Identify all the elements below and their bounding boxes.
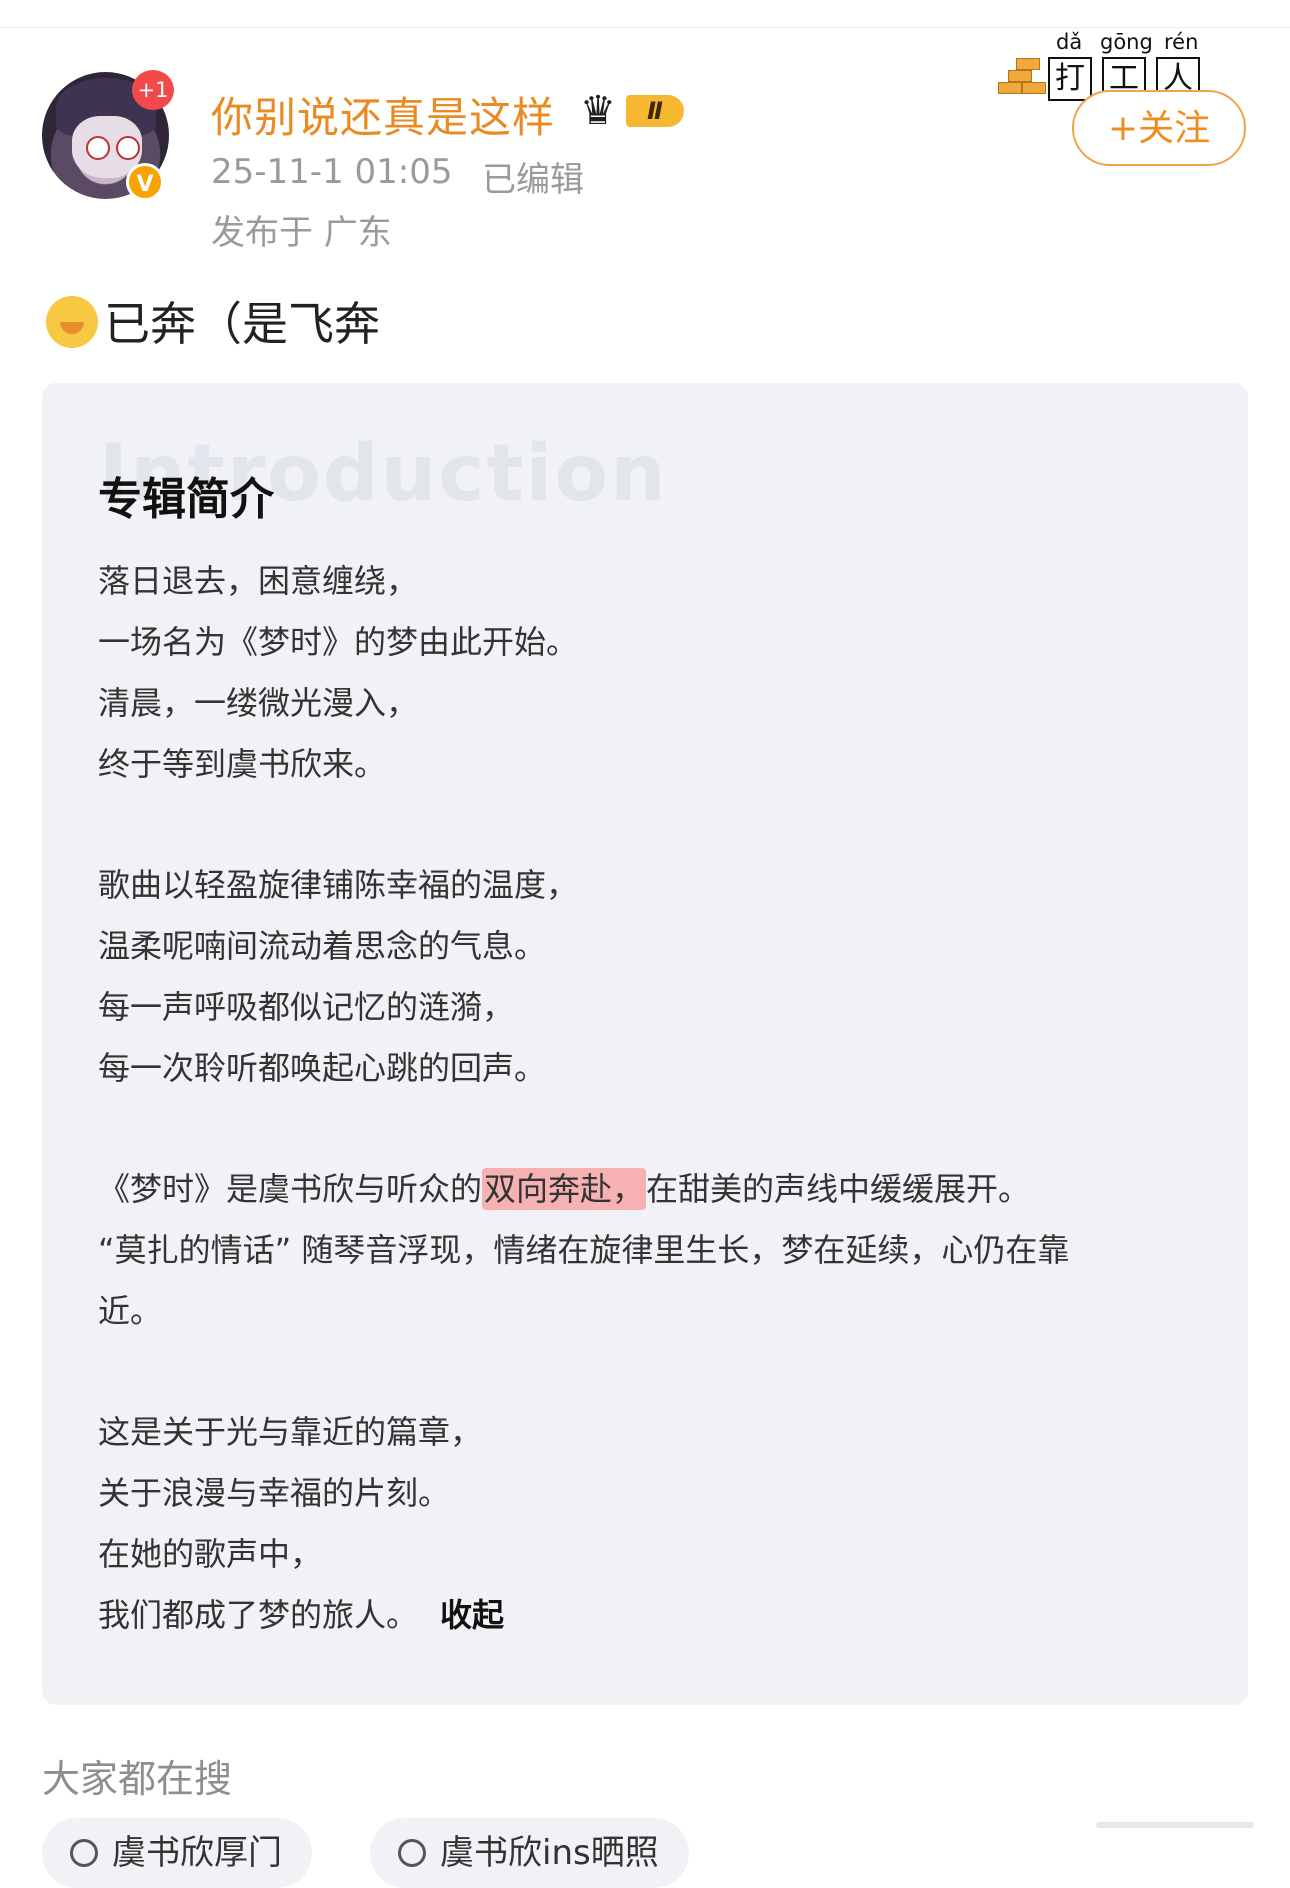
crying-face-icon [46, 296, 98, 348]
verified-badge-icon: V [126, 163, 164, 201]
intro-line-highlighted: 《梦时》是虞书欣与听众的双向奔赴，在甜美的声线中缓缓展开。 [98, 1159, 1218, 1220]
vip-badge[interactable]: ♛ Ⅱ [580, 90, 695, 132]
intro-line: 在她的歌声中， [98, 1535, 323, 1573]
intro-line: 落日退去，困意缠绕， [98, 562, 419, 600]
hot-search-chip[interactable]: 虞书欣厚门 [42, 1818, 312, 1888]
avatar-plus-badge: +1 [132, 70, 174, 110]
follow-button[interactable]: +关注 [1072, 90, 1246, 166]
intro-line: 每一声呼吸都似记忆的涟漪， [98, 988, 515, 1026]
intro-line: 歌曲以轻盈旋律铺陈幸福的温度， [98, 866, 579, 904]
crown-icon: ♛ [580, 88, 616, 134]
intro-line: 关于浪漫与幸福的片刻。 [98, 1474, 451, 1512]
hot-search-chip[interactable]: 虞书欣ins晒照 [370, 1818, 689, 1888]
post-location: 发布于 广东 [211, 213, 392, 253]
chip-label: 虞书欣厚门 [112, 1833, 282, 1873]
card-title: 专辑简介 [98, 474, 274, 525]
sticker-pinyin-2: gōng [1100, 30, 1153, 54]
username[interactable]: 你别说还真是这样 [211, 84, 555, 145]
intro-line: 近。 [98, 1292, 163, 1330]
hot-search-title: 大家都在搜 [42, 1757, 233, 1801]
intro-text: 我们都成了梦的旅人。 [98, 1596, 419, 1634]
avatar-eye-left [86, 136, 110, 160]
album-intro-image[interactable]: Introduction 专辑简介 落日退去，困意缠绕， 一场名为《梦时》的梦由… [42, 383, 1248, 1705]
intro-line-last: 我们都成了梦的旅人。 收起 [98, 1585, 1218, 1646]
post-text: 已奔（是飞奔 [46, 288, 380, 354]
card-body: 落日退去，困意缠绕， 一场名为《梦时》的梦由此开始。 清晨，一缕微光漫入， 终于… [98, 551, 1218, 1646]
intro-line: 终于等到虞书欣来。 [98, 745, 387, 783]
vip-level: Ⅱ [626, 95, 684, 127]
bricks-icon [996, 58, 1048, 102]
avatar-eye-right [116, 136, 140, 160]
intro-line: 一场名为《梦时》的梦由此开始。 [98, 623, 579, 661]
search-icon [70, 1839, 98, 1867]
post-timestamp: 25-11-1 01:05 [211, 152, 453, 192]
intro-line: 温柔呢喃间流动着思念的气息。 [98, 927, 547, 965]
intro-line: 清晨，一缕微光漫入， [98, 684, 419, 722]
edited-label[interactable]: 已编辑 [482, 152, 584, 201]
intro-line: 这是关于光与靠近的篇章， [98, 1413, 483, 1451]
intro-line: 每一次聆听都唤起心跳的回声。 [98, 1049, 547, 1087]
top-divider [0, 27, 1290, 28]
highlight-mark: 双向奔赴， [482, 1168, 647, 1210]
sticker-pinyin-1: dǎ [1056, 30, 1083, 54]
intro-text: 在甜美的声线中缓缓展开。 [646, 1170, 1031, 1208]
post-text-content: 已奔（是飞奔 [104, 297, 380, 351]
scroll-indicator [1096, 1822, 1254, 1828]
chip-label: 虞书欣ins晒照 [440, 1833, 659, 1873]
sticker-char-1: 打 [1048, 57, 1092, 101]
intro-text: 《梦时》是虞书欣与听众的 [98, 1170, 483, 1208]
intro-line: “莫扎的情话” 随琴音浮现，情绪在旋律里生长，梦在延续，心仍在靠 [98, 1231, 1070, 1269]
collapse-link: 收起 [440, 1596, 505, 1634]
sticker-pinyin-3: rén [1164, 30, 1199, 54]
search-icon [398, 1839, 426, 1867]
